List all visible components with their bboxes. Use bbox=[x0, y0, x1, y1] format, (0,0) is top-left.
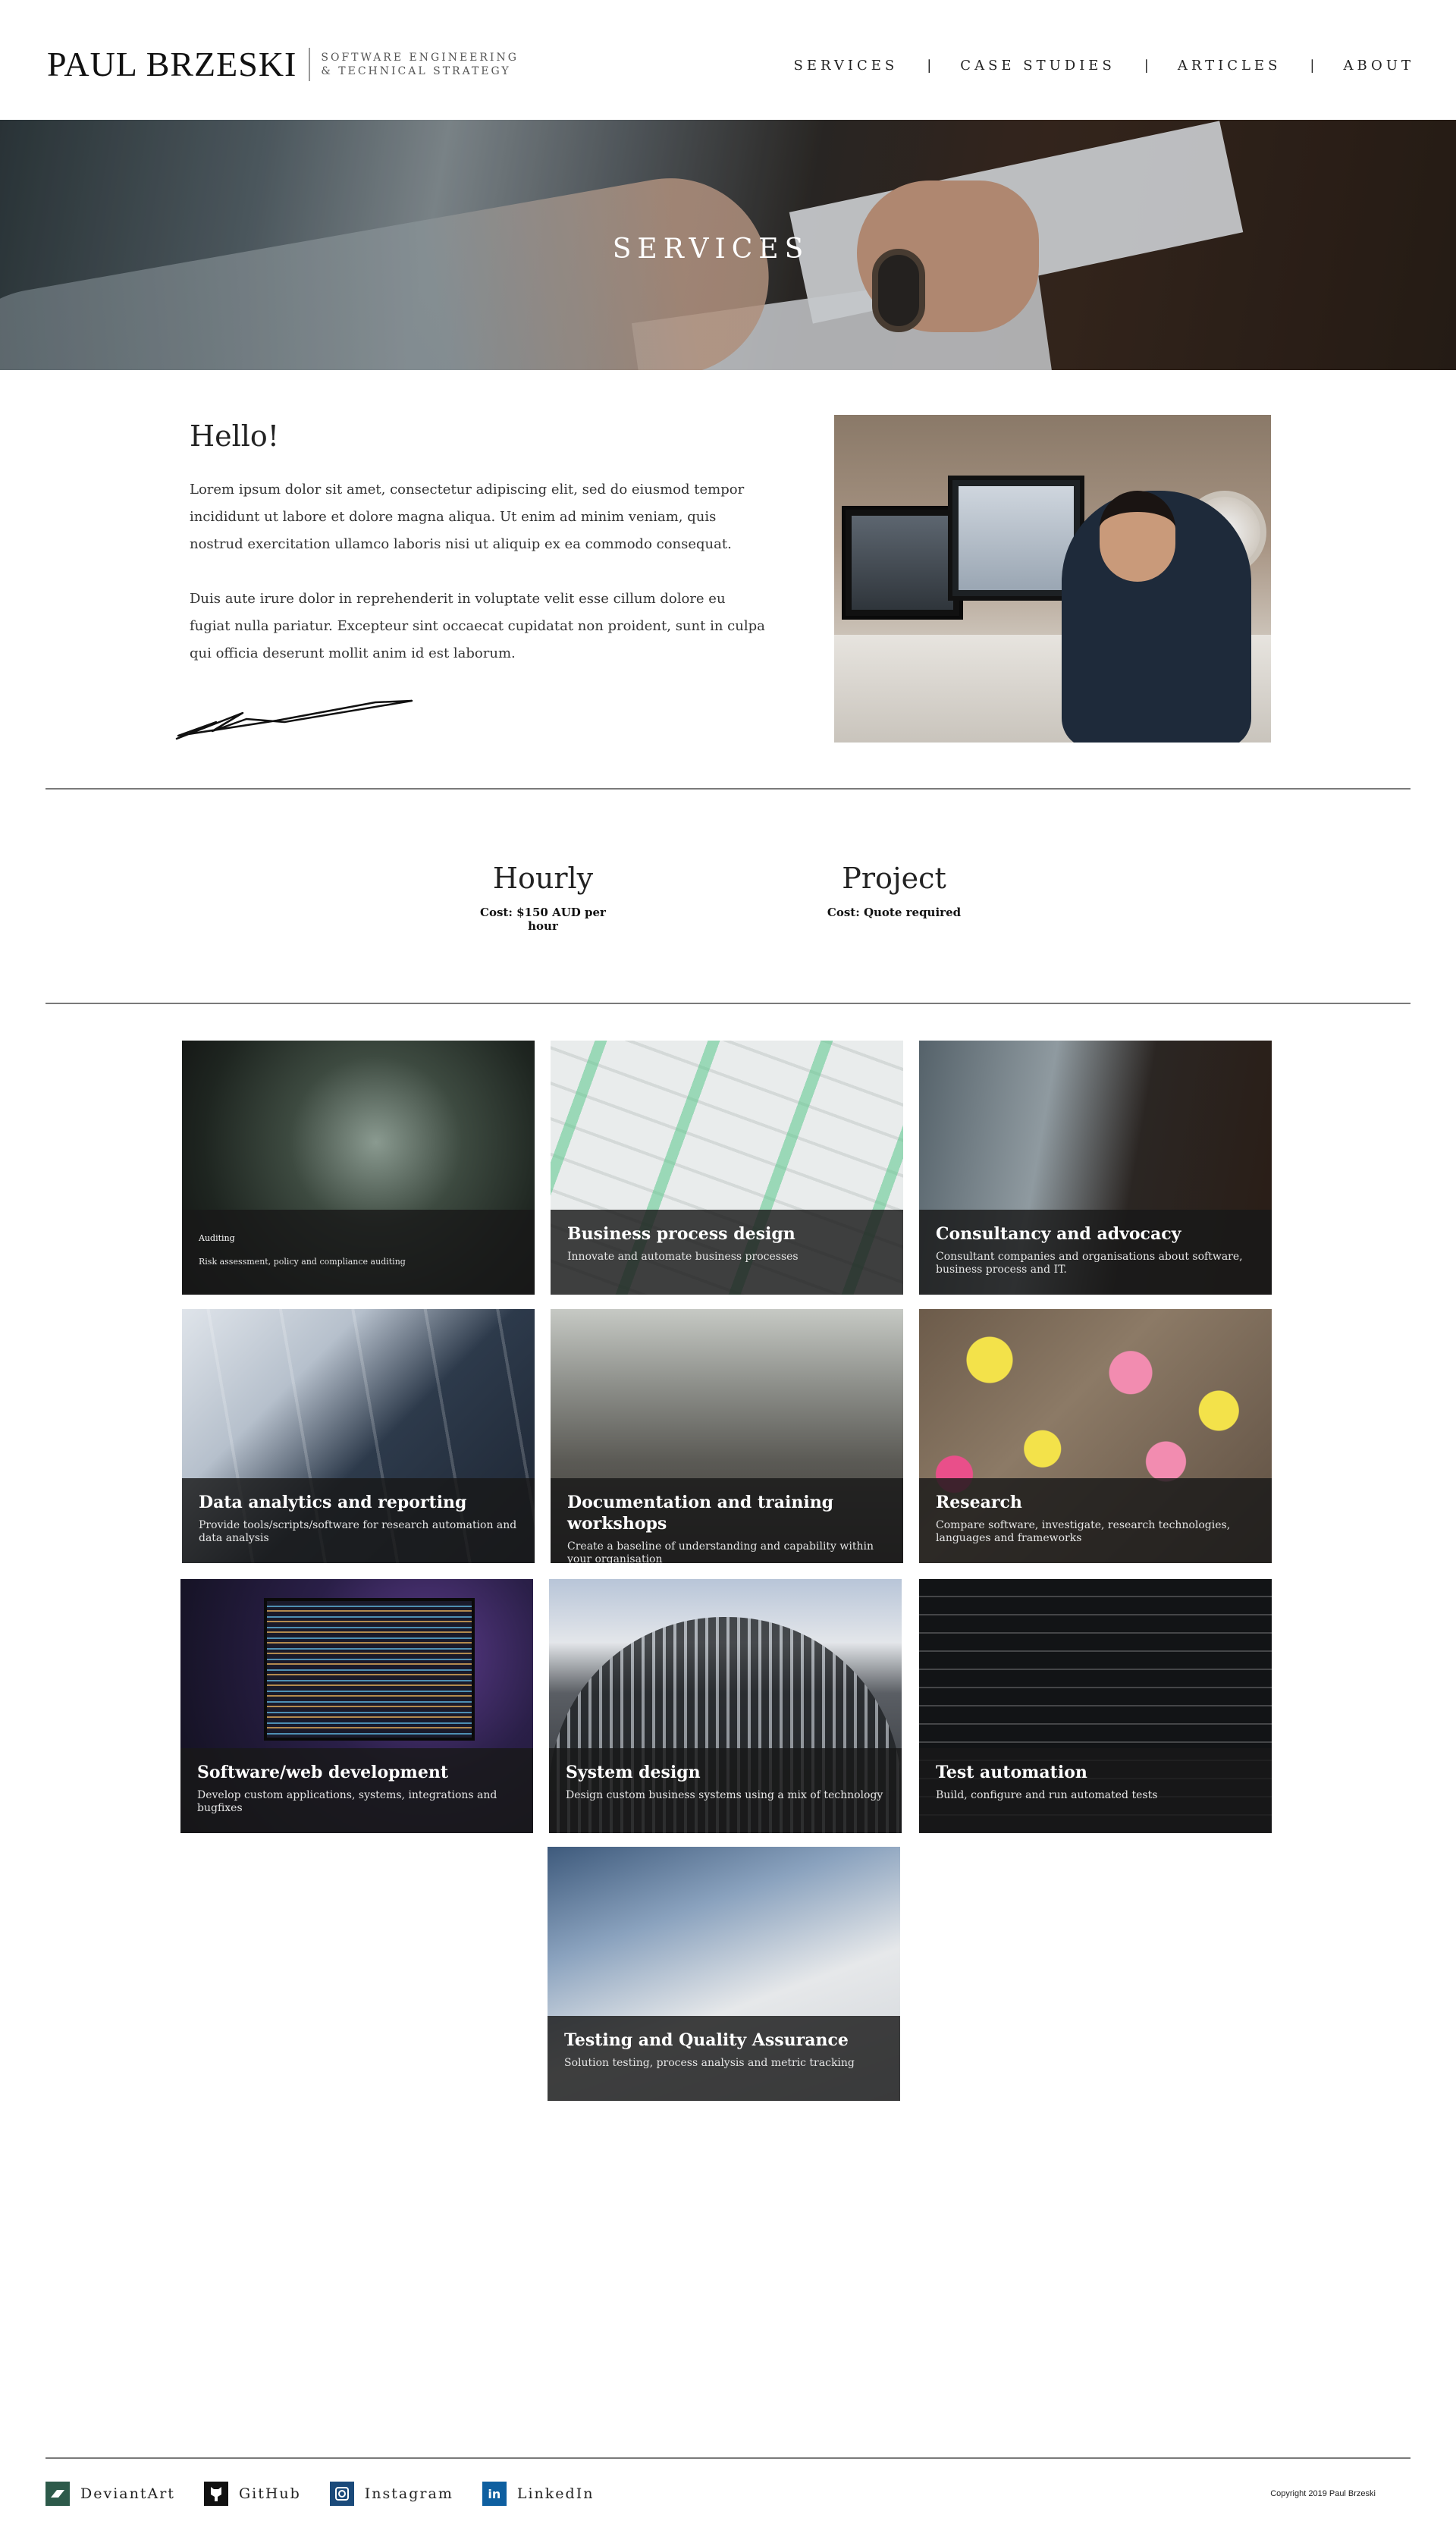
service-tile-research[interactable]: Research Compare software, investigate, … bbox=[919, 1309, 1272, 1563]
tile-caption: Consultancy and advocacy Consultant comp… bbox=[919, 1210, 1272, 1295]
social-links: DeviantArt GitHub Instagram in LinkedIn bbox=[46, 2482, 623, 2506]
tile-title: Testing and Quality Assurance bbox=[564, 2030, 849, 2050]
pricing-cost: Cost: Quote required bbox=[827, 906, 962, 919]
tile-title: Test automation bbox=[936, 1763, 1087, 1782]
tile-caption: Test automation Build, configure and run… bbox=[919, 1748, 1272, 1833]
tile-description: Risk assessment, policy and compliance a… bbox=[199, 1257, 406, 1267]
service-tile-software-development[interactable]: Software/web development Develop custom … bbox=[180, 1579, 533, 1833]
hero-title: SERVICES bbox=[612, 234, 810, 265]
service-tile-data-analytics[interactable]: Data analytics and reporting Provide too… bbox=[182, 1309, 535, 1563]
social-label: Instagram bbox=[364, 2485, 453, 2502]
section-divider bbox=[46, 788, 1410, 790]
brand-name[interactable]: PAUL BRZESKI bbox=[47, 44, 297, 84]
service-tile-consultancy[interactable]: Consultancy and advocacy Consultant comp… bbox=[919, 1041, 1272, 1295]
site-header: PAUL BRZESKI SOFTWARE ENGINEERING & TECH… bbox=[0, 0, 1456, 120]
nav-separator: | bbox=[927, 58, 932, 74]
tile-caption: Research Compare software, investigate, … bbox=[919, 1478, 1272, 1563]
pricing-hourly: Hourly Cost: $150 AUD per hour bbox=[467, 862, 619, 933]
main-nav: SERVICES | CASE STUDIES | ARTICLES | ABO… bbox=[793, 58, 1414, 74]
tile-title: Research bbox=[936, 1493, 1022, 1512]
tile-title: Business process design bbox=[567, 1224, 795, 1244]
pricing-title: Hourly bbox=[492, 862, 594, 895]
tile-title: Consultancy and advocacy bbox=[936, 1224, 1181, 1244]
nav-about[interactable]: ABOUT bbox=[1344, 58, 1415, 74]
intro-heading: Hello! bbox=[190, 419, 280, 453]
tile-description: Provide tools/scripts/software for resea… bbox=[199, 1519, 517, 1544]
tagline-line-1: SOFTWARE ENGINEERING bbox=[321, 51, 519, 64]
tile-title: Documentation and training workshops bbox=[567, 1493, 834, 1534]
linkedin-icon: in bbox=[482, 2482, 507, 2506]
nav-separator: | bbox=[1144, 58, 1149, 74]
tile-description: Compare software, investigate, research … bbox=[936, 1519, 1231, 1544]
social-link-deviantart[interactable]: DeviantArt bbox=[46, 2482, 175, 2506]
tile-description: Design custom business systems using a m… bbox=[566, 1789, 883, 1801]
tile-description: Develop custom applications, systems, in… bbox=[197, 1789, 497, 1814]
service-tile-business-process-design[interactable]: Business process design Innovate and aut… bbox=[551, 1041, 903, 1295]
instagram-icon bbox=[329, 2482, 354, 2506]
tile-title: Data analytics and reporting bbox=[199, 1493, 467, 1512]
tile-caption: Business process design Innovate and aut… bbox=[551, 1210, 903, 1295]
tile-caption: Auditing Risk assessment, policy and com… bbox=[182, 1210, 535, 1295]
tile-caption: Testing and Quality Assurance Solution t… bbox=[548, 2016, 900, 2101]
tile-description: Consultant companies and organisations a… bbox=[936, 1251, 1243, 1276]
hero-banner: SERVICES bbox=[0, 120, 1456, 370]
tile-title: Software/web development bbox=[197, 1763, 448, 1782]
deviantart-icon bbox=[46, 2482, 70, 2506]
pricing-title: Project bbox=[842, 862, 946, 895]
nav-separator: | bbox=[1310, 58, 1315, 74]
photo-head bbox=[1100, 491, 1175, 582]
tile-title: Auditing bbox=[199, 1233, 235, 1243]
tile-description: Build, configure and run automated tests bbox=[936, 1789, 1158, 1801]
social-link-instagram[interactable]: Instagram bbox=[329, 2482, 453, 2506]
service-tile-documentation-training[interactable]: Documentation and training workshops Cre… bbox=[551, 1309, 903, 1563]
service-tile-system-design[interactable]: System design Design custom business sys… bbox=[549, 1579, 902, 1833]
social-link-linkedin[interactable]: in LinkedIn bbox=[482, 2482, 595, 2506]
brand-tagline: SOFTWARE ENGINEERING & TECHNICAL STRATEG… bbox=[321, 51, 519, 78]
tile-title: System design bbox=[566, 1763, 701, 1782]
footer-divider bbox=[46, 2457, 1410, 2459]
nav-case-studies[interactable]: CASE STUDIES bbox=[960, 58, 1115, 74]
pricing-project: Project Cost: Quote required bbox=[818, 862, 970, 919]
nav-services[interactable]: SERVICES bbox=[793, 58, 898, 74]
service-tile-test-automation[interactable]: Test automation Build, configure and run… bbox=[919, 1579, 1272, 1833]
service-tile-auditing[interactable]: Auditing Risk assessment, policy and com… bbox=[182, 1041, 535, 1295]
nav-articles[interactable]: ARTICLES bbox=[1178, 58, 1282, 74]
social-label: LinkedIn bbox=[516, 2485, 595, 2502]
tile-caption: Documentation and training workshops Cre… bbox=[551, 1478, 903, 1563]
portrait-photo bbox=[834, 415, 1271, 743]
tile-caption: System design Design custom business sys… bbox=[549, 1748, 902, 1833]
signature bbox=[171, 692, 421, 748]
brand[interactable]: PAUL BRZESKI SOFTWARE ENGINEERING & TECH… bbox=[47, 44, 519, 84]
tagline-line-2: & TECHNICAL STRATEGY bbox=[321, 64, 511, 77]
tile-caption: Software/web development Develop custom … bbox=[180, 1748, 533, 1833]
intro-paragraph-1: Lorem ipsum dolor sit amet, consectetur … bbox=[190, 482, 745, 552]
tile-caption: Data analytics and reporting Provide too… bbox=[182, 1478, 535, 1563]
tile-description: Innovate and automate business processes bbox=[567, 1251, 799, 1263]
copyright-text: Copyright 2019 Paul Brzeski bbox=[1270, 2489, 1376, 2498]
intro-paragraph-2: Duis aute irure dolor in reprehenderit i… bbox=[190, 591, 765, 661]
brand-divider bbox=[309, 47, 311, 81]
photo-monitor bbox=[842, 506, 963, 620]
tile-description: Solution testing, process analysis and m… bbox=[564, 2057, 855, 2069]
social-label: DeviantArt bbox=[80, 2485, 175, 2502]
github-icon bbox=[203, 2482, 228, 2506]
section-divider bbox=[46, 1003, 1410, 1004]
social-link-github[interactable]: GitHub bbox=[203, 2482, 301, 2506]
signature-graphic bbox=[175, 699, 413, 740]
social-label: GitHub bbox=[238, 2485, 301, 2502]
pricing-cost: Cost: $150 AUD per hour bbox=[480, 906, 606, 933]
tile-description: Create a baseline of understanding and c… bbox=[567, 1540, 874, 1563]
service-tile-testing-qa[interactable]: Testing and Quality Assurance Solution t… bbox=[548, 1847, 900, 2101]
